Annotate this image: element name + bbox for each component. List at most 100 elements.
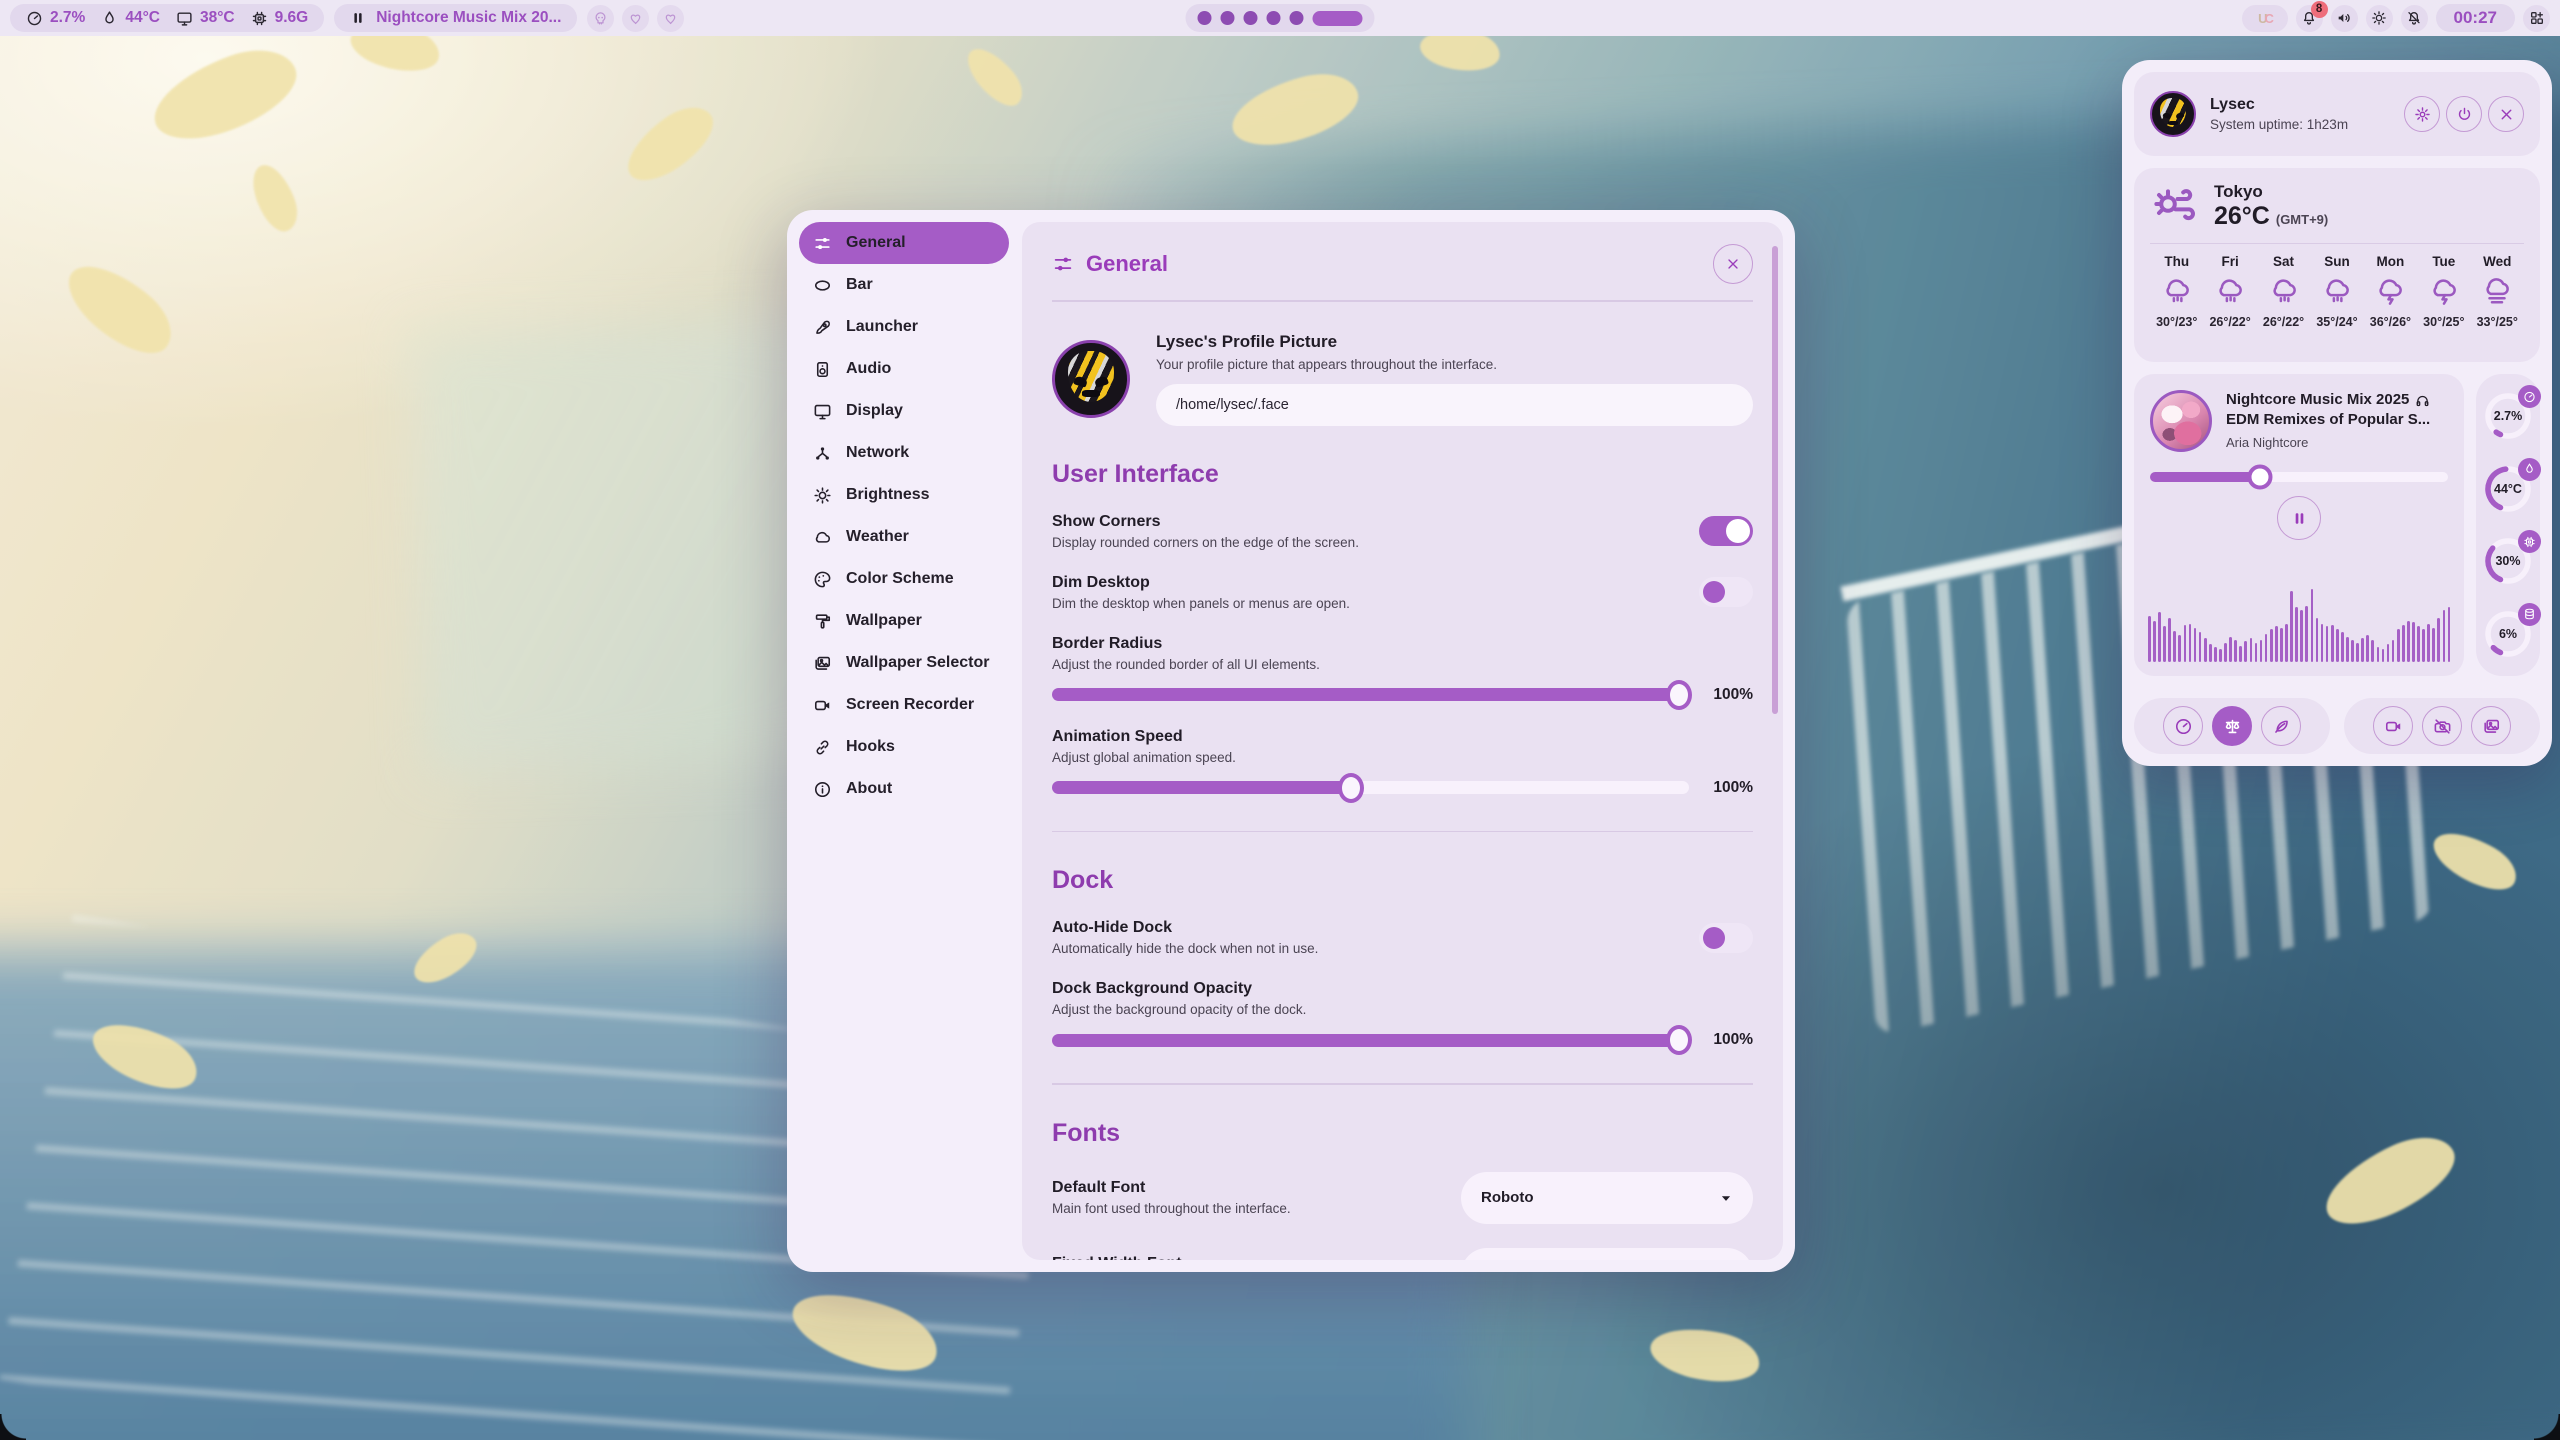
sidebar-item-audio[interactable]: Audio [799, 348, 1009, 390]
heart-button[interactable] [622, 5, 649, 32]
toggle-switch[interactable] [1699, 923, 1753, 953]
do-not-disturb-button[interactable] [2401, 5, 2428, 32]
slider[interactable] [1052, 688, 1689, 701]
settings-window: GeneralBarLauncherAudioDisplayNetworkBri… [787, 210, 1795, 1272]
palette-icon [813, 570, 832, 589]
top-bar: 2.7%44°C38°C9.6G Nightcore Music Mix 20.… [0, 0, 2560, 36]
volume-button[interactable] [2331, 5, 2358, 32]
cloud-rain-icon [2215, 277, 2245, 307]
forecast-day-name: Fri [2222, 254, 2239, 269]
section-title: User Interface [1052, 460, 1753, 489]
leaf-icon [2272, 717, 2291, 736]
forecast-temps: 30°/23° [2156, 315, 2197, 329]
sidebar-item-network[interactable]: Network [799, 432, 1009, 474]
workspace-indicator[interactable] [1186, 4, 1375, 32]
close-icon [1725, 256, 1741, 272]
sidebar-item-label: Wallpaper Selector [846, 654, 989, 672]
dashboard-panel: Lysec System uptime: 1h23m Tokyo 26°C(GM… [2122, 60, 2552, 766]
dropdown-select[interactable]: Roboto [1461, 1172, 1753, 1224]
sidebar-item-about[interactable]: About [799, 768, 1009, 810]
seek-slider[interactable] [2150, 472, 2448, 482]
heart-button[interactable] [657, 5, 684, 32]
forecast-temps: 36°/26° [2370, 315, 2411, 329]
workspace-dot[interactable] [1290, 11, 1304, 25]
sidebar-item-display[interactable]: Display [799, 390, 1009, 432]
gear-button[interactable] [2404, 96, 2440, 132]
track-artist: Aria Nightcore [2226, 435, 2430, 450]
pause-icon [2291, 510, 2308, 527]
pause-button[interactable] [2277, 496, 2321, 540]
slider-thumb[interactable] [1666, 680, 1692, 710]
power-button[interactable] [2446, 96, 2482, 132]
sidebar-item-general[interactable]: General [799, 222, 1009, 264]
workspace-dot[interactable] [1198, 11, 1212, 25]
setting-row: Show CornersDisplay rounded corners on t… [1052, 513, 1753, 550]
dashboard-button[interactable] [2523, 5, 2550, 32]
notifications-button[interactable]: 8 [2296, 5, 2323, 32]
forecast-day: Mon36°/26° [2364, 254, 2417, 329]
media-player-card: Nightcore Music Mix 2025 EDM Remixes of … [2134, 374, 2464, 676]
setting-title: Show Corners [1052, 513, 1699, 531]
forecast-day-name: Sun [2324, 254, 2350, 269]
gauge-chip: 30% [2482, 535, 2534, 587]
setting-title: Dock Background Opacity [1052, 980, 1753, 998]
workspace-dot[interactable] [1244, 11, 1258, 25]
network-icon [813, 444, 832, 463]
sidebar-item-wallpaper[interactable]: Wallpaper [799, 600, 1009, 642]
close-button[interactable] [1713, 244, 1753, 284]
sidebar-item-launcher[interactable]: Launcher [799, 306, 1009, 348]
setting-row: Animation SpeedAdjust global animation s… [1052, 728, 1753, 797]
forecast-day: Fri 26°/22° [2203, 254, 2256, 329]
disk-icon [2523, 608, 2536, 621]
sidebar-item-brightness[interactable]: Brightness [799, 474, 1009, 516]
tray-app-button[interactable]: UC [2242, 5, 2288, 32]
profile-path-input[interactable]: /home/lysec/.face [1156, 384, 1753, 426]
dropdown-select[interactable]: DejaVu Sans Mono [1461, 1248, 1753, 1260]
toggle-switch[interactable] [1699, 577, 1753, 607]
skull-button[interactable] [587, 5, 614, 32]
forecast-day-name: Wed [2483, 254, 2511, 269]
gauge-icon [2174, 717, 2193, 736]
video-button[interactable] [2373, 706, 2413, 746]
slider-thumb[interactable] [1338, 773, 1364, 803]
sidebar-item-hooks[interactable]: Hooks [799, 726, 1009, 768]
track-title-line1: Nightcore Music Mix 2025 [2226, 390, 2409, 410]
profile-scales-button[interactable] [2212, 706, 2252, 746]
sidebar-item-color-scheme[interactable]: Color Scheme [799, 558, 1009, 600]
media-pill[interactable]: Nightcore Music Mix 20... [334, 4, 577, 32]
cloud-lightning-icon [2375, 277, 2405, 307]
clock[interactable]: 00:27 [2436, 4, 2515, 32]
forecast-day-name: Tue [2432, 254, 2455, 269]
toggle-switch[interactable] [1699, 516, 1753, 546]
sidebar-item-wallpaper-selector[interactable]: Wallpaper Selector [799, 642, 1009, 684]
slider[interactable] [1052, 781, 1689, 794]
speaker-icon [2336, 10, 2352, 26]
profile-title: Lysec's Profile Picture [1156, 332, 1753, 352]
slider-thumb[interactable] [1666, 1025, 1692, 1055]
chip-icon [2523, 535, 2536, 548]
x-button[interactable] [2488, 96, 2524, 132]
sidebar-item-bar[interactable]: Bar [799, 264, 1009, 306]
user-name: Lysec [2210, 96, 2384, 114]
forecast-temps: 26°/22° [2209, 315, 2250, 329]
gauge-flame: 44°C [2482, 463, 2534, 515]
profile-leaf-button[interactable] [2261, 706, 2301, 746]
workspace-dot[interactable] [1221, 11, 1235, 25]
system-gauges: 2.7%44°C30%6% [2476, 374, 2540, 676]
sidebar-item-screen-recorder[interactable]: Screen Recorder [799, 684, 1009, 726]
camera-off-button[interactable] [2422, 706, 2462, 746]
stat-gauge: 2.7% [26, 9, 85, 27]
roller-icon [813, 612, 832, 631]
flame-icon [2523, 463, 2536, 476]
slider[interactable] [1052, 1034, 1689, 1047]
profile-avatar[interactable] [1052, 340, 1130, 418]
gallery-button[interactable] [2471, 706, 2511, 746]
workspace-active[interactable] [1313, 11, 1363, 26]
skull-icon [593, 11, 608, 26]
workspace-dot[interactable] [1267, 11, 1281, 25]
scrollbar-thumb[interactable] [1772, 246, 1778, 714]
sidebar-item-weather[interactable]: Weather [799, 516, 1009, 558]
profile-gauge-button[interactable] [2163, 706, 2203, 746]
brightness-button[interactable] [2366, 5, 2393, 32]
setting-desc: Adjust the background opacity of the doc… [1052, 1002, 1753, 1017]
